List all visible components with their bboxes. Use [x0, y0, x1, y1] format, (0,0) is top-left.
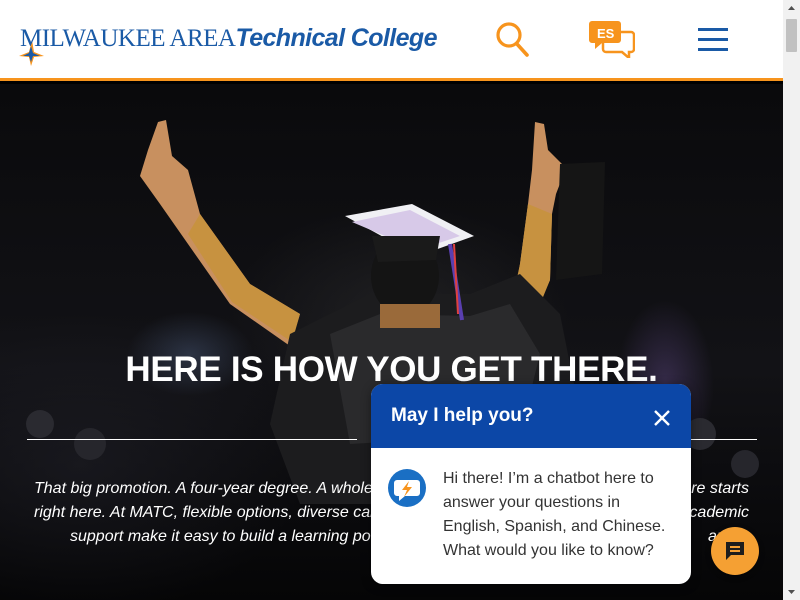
site-header: MILWAUKEE AREATechnical College ES — [0, 0, 783, 81]
chat-window: May I help you? Hi there! I’m a chatbot … — [371, 384, 691, 584]
menu-button[interactable] — [692, 18, 734, 60]
search-button[interactable] — [492, 18, 532, 60]
divider-left — [27, 439, 357, 440]
chatbot-icon — [388, 469, 426, 507]
open-chat-button[interactable] — [711, 527, 759, 575]
chatbot-message: Hi there! I’m a chatbot here to answer y… — [443, 470, 666, 559]
matc-logo[interactable]: MILWAUKEE AREATechnical College — [18, 22, 437, 66]
scroll-down-arrow-icon[interactable] — [783, 583, 800, 600]
logo-text-milwaukee: ILWAUKEE — [41, 25, 170, 52]
logo-text-area: REA — [186, 25, 236, 52]
close-icon[interactable] — [652, 408, 672, 428]
search-icon — [496, 22, 529, 57]
logo-text-technical-college: Technical College — [235, 24, 437, 52]
divider-right — [690, 439, 757, 440]
chat-header: May I help you? — [371, 384, 691, 448]
chat-title: May I help you? — [391, 405, 534, 426]
hamburger-menu-icon — [698, 28, 728, 51]
scroll-up-arrow-icon[interactable] — [783, 0, 800, 17]
spanish-language-button[interactable]: ES — [588, 18, 636, 60]
logo-initial: M — [20, 25, 42, 52]
scrollbar-thumb[interactable] — [786, 19, 797, 52]
logo-initial-area: A — [169, 25, 187, 52]
scrollbar[interactable] — [783, 0, 800, 600]
language-label: ES — [597, 26, 615, 41]
chat-icon — [726, 542, 744, 560]
